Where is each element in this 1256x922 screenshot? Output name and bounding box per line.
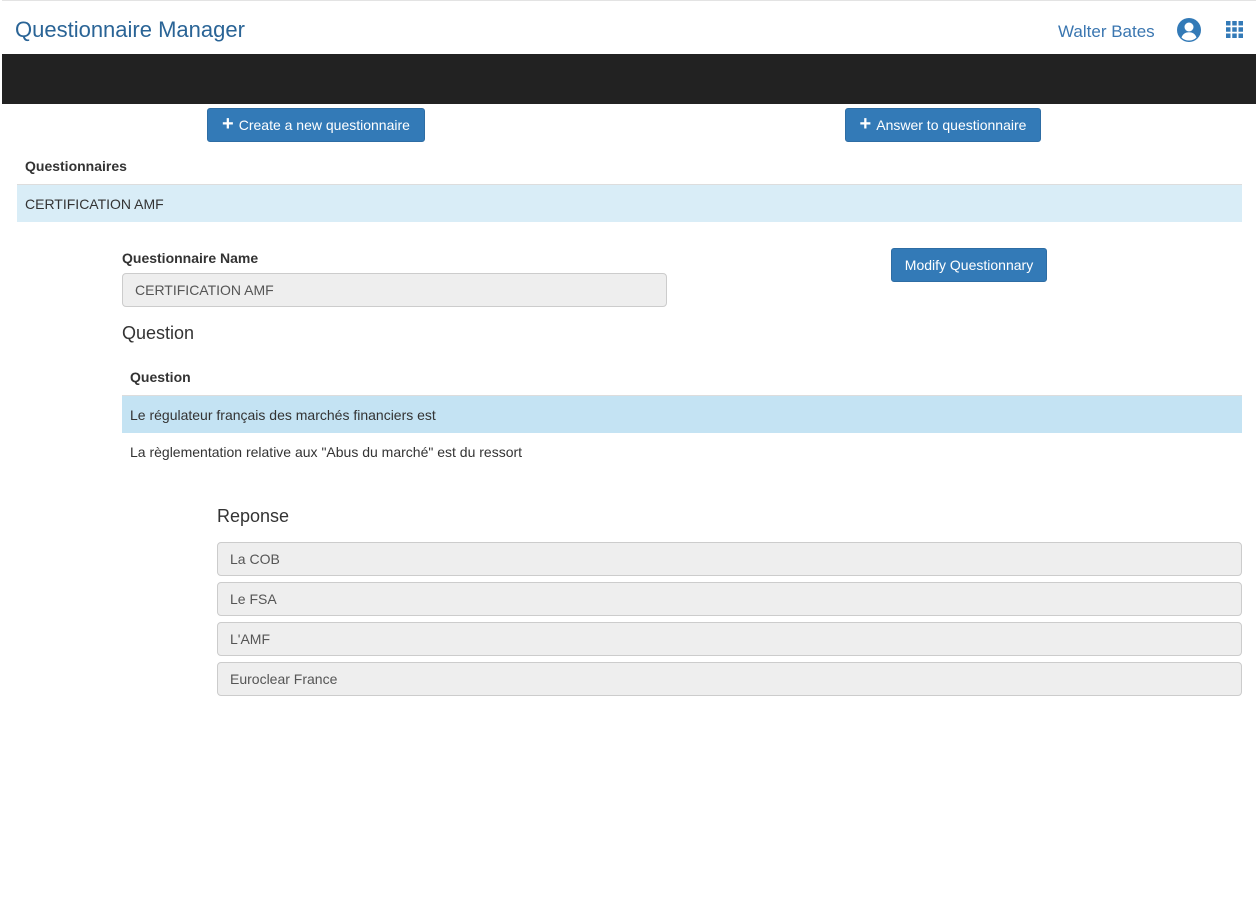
questionnaire-name-field[interactable]: CERTIFICATION AMF [122, 273, 667, 307]
answer-questionnaire-label: Answer to questionnaire [876, 117, 1027, 133]
answer-field[interactable]: Euroclear France [217, 662, 1242, 696]
questionnaire-name-label: Questionnaire Name [122, 250, 259, 266]
plus-icon: + [222, 113, 234, 135]
answer-field[interactable]: La COB [217, 542, 1242, 576]
navbar [2, 54, 1256, 104]
answer-questionnaire-button[interactable]: + Answer to questionnaire [845, 108, 1041, 142]
questionnaires-header: Questionnaires [25, 158, 127, 174]
question-section-title: Question [122, 323, 195, 343]
question-table-header: Question [130, 369, 191, 385]
answer-field[interactable]: Le FSA [217, 582, 1242, 616]
answer-field[interactable]: L'AMF [217, 622, 1242, 656]
modify-questionnaire-button[interactable]: Modify Questionnary [891, 248, 1047, 282]
plus-icon: + [859, 113, 872, 135]
question-row[interactable]: Le régulateur français des marchés finan… [122, 396, 1242, 433]
question-row[interactable]: La règlementation relative aux "Abus du … [122, 433, 1242, 470]
user-circle-icon[interactable] [1176, 17, 1202, 43]
user-name[interactable]: Walter Bates [1058, 22, 1155, 42]
grid-icon[interactable] [1226, 21, 1243, 38]
create-questionnaire-label: Create a new questionnaire [238, 117, 410, 133]
create-questionnaire-button[interactable]: + Create a new questionnaire [207, 108, 425, 142]
questionnaire-row[interactable]: CERTIFICATION AMF [17, 185, 1242, 222]
top-bar: Questionnaire Manager Walter Bates [2, 0, 1256, 54]
reponse-section-title: Reponse [217, 506, 290, 526]
app-title[interactable]: Questionnaire Manager [15, 17, 245, 43]
